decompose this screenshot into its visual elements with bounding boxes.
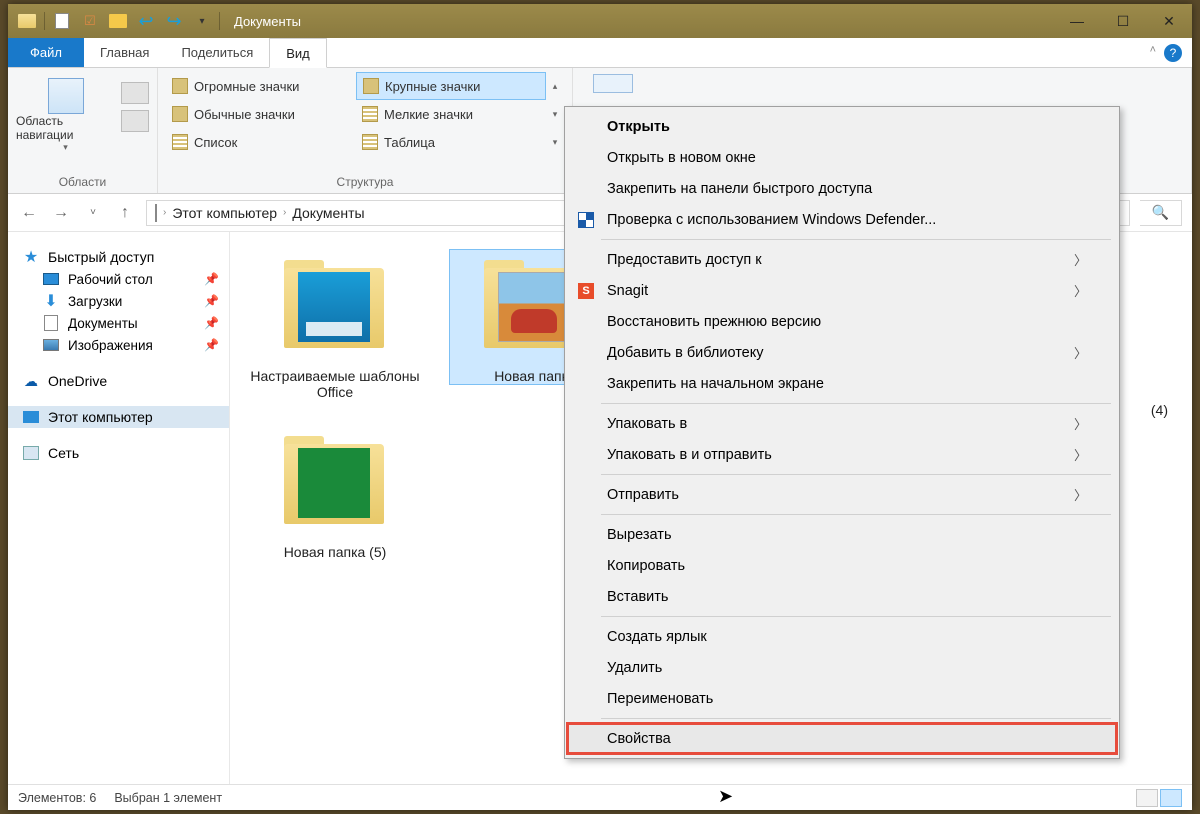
pin-icon: 📌 — [204, 294, 219, 308]
folder-office-templates[interactable]: Настраиваемые шаблоны Office — [250, 250, 420, 400]
shield-icon — [577, 211, 595, 229]
qat-dropdown-icon[interactable]: ▾ — [191, 10, 213, 32]
cm-pack-send[interactable]: Упаковать в и отправить〉 — [567, 439, 1117, 470]
folder-new-5[interactable]: Новая папка (5) — [250, 426, 420, 560]
cm-open-new-window[interactable]: Открыть в новом окне — [567, 142, 1117, 173]
sidebar-network[interactable]: Сеть — [8, 442, 229, 464]
snagit-icon: S — [577, 282, 595, 300]
cm-restore-previous[interactable]: Восстановить прежнюю версию — [567, 306, 1117, 337]
help-icon[interactable]: ? — [1164, 44, 1182, 62]
layout-scroll-down[interactable]: ▾ — [546, 109, 564, 120]
cm-add-to-library[interactable]: Добавить в библиотеку〉 — [567, 337, 1117, 368]
details-pane-button[interactable] — [121, 110, 149, 132]
nav-forward-button[interactable]: → — [50, 204, 72, 222]
chevron-right-icon: 〉 — [1074, 250, 1087, 269]
sort-by-button[interactable] — [593, 74, 633, 93]
cm-give-access[interactable]: Предоставить доступ к〉 — [567, 244, 1117, 275]
cm-open[interactable]: Открыть — [567, 111, 1117, 142]
crumb-this-pc[interactable]: Этот компьютер — [172, 205, 277, 221]
cm-pin-quick-access[interactable]: Закрепить на панели быстрого доступа — [567, 173, 1117, 204]
ribbon-tabs: Файл Главная Поделиться Вид ˄ ? — [8, 38, 1192, 68]
cm-create-shortcut[interactable]: Создать ярлык — [567, 621, 1117, 652]
cm-copy[interactable]: Копировать — [567, 550, 1117, 581]
cm-paste[interactable]: Вставить — [567, 581, 1117, 612]
preview-pane-button[interactable] — [121, 82, 149, 104]
layout-large-icons[interactable]: Крупные значки — [356, 72, 546, 100]
layout-scroll-up[interactable]: ▴ — [546, 81, 564, 92]
view-icons-button[interactable] — [1160, 789, 1182, 807]
chevron-right-icon: 〉 — [1074, 343, 1087, 362]
minimize-button[interactable]: — — [1054, 4, 1100, 38]
folder-icon — [280, 434, 390, 534]
search-button[interactable]: 🔍 — [1140, 200, 1182, 226]
collapse-ribbon-icon[interactable]: ˄ — [1150, 44, 1156, 56]
layout-huge-icons[interactable]: Огромные значки — [166, 72, 356, 100]
window-title: Документы — [234, 14, 301, 29]
cm-send-to[interactable]: Отправить〉 — [567, 479, 1117, 510]
redo-icon[interactable]: ↪ — [163, 10, 185, 32]
tab-file[interactable]: Файл — [8, 38, 84, 67]
layout-list[interactable]: Список — [166, 128, 356, 156]
chevron-right-icon: 〉 — [1074, 485, 1087, 504]
layout-table[interactable]: Таблица — [356, 128, 546, 156]
sidebar-quick-access[interactable]: ★Быстрый доступ — [8, 246, 229, 268]
close-button[interactable]: ✕ — [1146, 4, 1192, 38]
properties-icon[interactable] — [51, 10, 73, 32]
crumb-documents[interactable]: Документы — [292, 205, 364, 221]
status-bar: Элементов: 6 Выбран 1 элемент — [8, 784, 1192, 810]
sidebar-downloads[interactable]: ⬇Загрузки📌 — [8, 290, 229, 312]
navigation-pane-button[interactable]: Область навигации ▾ — [16, 78, 115, 153]
sidebar-pictures[interactable]: Изображения📌 — [8, 334, 229, 356]
sidebar-documents[interactable]: Документы📌 — [8, 312, 229, 334]
chevron-right-icon: 〉 — [1074, 414, 1087, 433]
partial-item-label: (4) — [1151, 402, 1168, 418]
group-label-layout: Структура — [166, 173, 564, 191]
path-root-icon — [155, 205, 157, 221]
cm-delete[interactable]: Удалить — [567, 652, 1117, 683]
sidebar-this-pc[interactable]: Этот компьютер — [8, 406, 229, 428]
undo-icon[interactable]: ↩ — [135, 10, 157, 32]
pin-icon: 📌 — [204, 272, 219, 286]
layout-more[interactable]: ▾ — [546, 137, 564, 148]
checklist-icon[interactable]: ☑ — [79, 10, 101, 32]
navigation-sidebar: ★Быстрый доступ Рабочий стол📌 ⬇Загрузки📌… — [8, 232, 230, 784]
cm-rename[interactable]: Переименовать — [567, 683, 1117, 714]
tab-home[interactable]: Главная — [84, 38, 165, 67]
status-selection: Выбран 1 элемент — [114, 791, 222, 805]
chevron-right-icon: 〉 — [1074, 445, 1087, 464]
explorer-icon[interactable] — [16, 10, 38, 32]
cm-properties[interactable]: Свойства — [567, 723, 1117, 754]
sidebar-onedrive[interactable]: ☁OneDrive — [8, 370, 229, 392]
navigation-pane-icon — [48, 78, 84, 114]
cm-defender-scan[interactable]: Проверка с использованием Windows Defend… — [567, 204, 1117, 235]
maximize-button[interactable]: ☐ — [1100, 4, 1146, 38]
quick-access-toolbar: ☑ ↩ ↪ ▾ — [8, 10, 228, 32]
view-details-button[interactable] — [1136, 789, 1158, 807]
pin-icon: 📌 — [204, 338, 219, 352]
cm-snagit[interactable]: SSnagit〉 — [567, 275, 1117, 306]
nav-up-button[interactable]: ↑ — [114, 204, 136, 222]
group-panes: Область навигации ▾ Области — [8, 68, 158, 193]
nav-history-icon[interactable]: ˅ — [82, 207, 104, 218]
nav-back-button[interactable]: ← — [18, 204, 40, 222]
chevron-right-icon: 〉 — [1074, 281, 1087, 300]
layout-medium-icons[interactable]: Обычные значки — [166, 100, 356, 128]
group-label-panes: Области — [16, 173, 149, 191]
tab-view[interactable]: Вид — [269, 38, 327, 68]
layout-small-icons[interactable]: Мелкие значки — [356, 100, 546, 128]
sidebar-desktop[interactable]: Рабочий стол📌 — [8, 268, 229, 290]
context-menu: Открыть Открыть в новом окне Закрепить н… — [564, 106, 1120, 759]
new-folder-icon[interactable] — [107, 10, 129, 32]
tab-share[interactable]: Поделиться — [165, 38, 269, 67]
cm-pin-start[interactable]: Закрепить на начальном экране — [567, 368, 1117, 399]
window-controls: — ☐ ✕ — [1054, 4, 1192, 38]
cm-pack[interactable]: Упаковать в〉 — [567, 408, 1117, 439]
group-layout: Огромные значки Крупные значки ▴ ▾ ▾ Обычн… — [158, 68, 573, 193]
cm-cut[interactable]: Вырезать — [567, 519, 1117, 550]
title-bar: ☑ ↩ ↪ ▾ Документы — ☐ ✕ — [8, 4, 1192, 38]
status-item-count: Элементов: 6 — [18, 791, 96, 805]
folder-icon — [280, 258, 390, 358]
pin-icon: 📌 — [204, 316, 219, 330]
